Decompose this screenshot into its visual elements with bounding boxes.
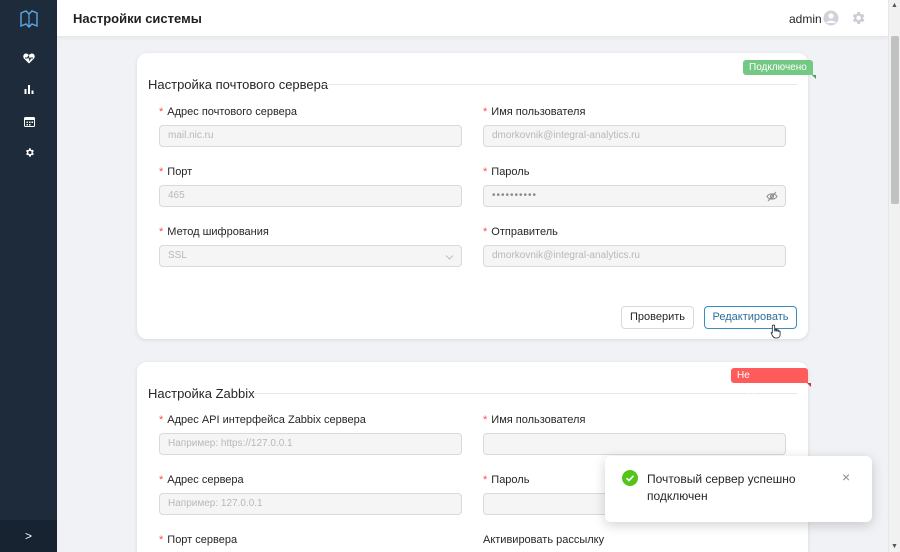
required-mark: * <box>159 414 164 426</box>
user-avatar-icon[interactable] <box>823 10 839 31</box>
mail-sender-label: * Отправитель <box>483 226 558 238</box>
bar-chart-icon[interactable] <box>19 79 39 99</box>
sidebar-expand-button[interactable]: > <box>0 520 57 552</box>
header: Настройки системы admin <box>57 0 888 37</box>
scroll-down-arrow-icon[interactable]: ▼ <box>891 543 898 550</box>
chevron-down-icon <box>445 250 454 270</box>
mail-port-input[interactable]: 465 <box>159 185 462 207</box>
eye-hidden-icon[interactable] <box>766 190 778 210</box>
mail-host-label: * Адрес почтового сервера <box>159 106 298 118</box>
zabbix-username-label: * Имя пользователя <box>483 414 586 426</box>
zabbix-server-input[interactable]: Например: 127.0.0.1 <box>159 493 462 515</box>
required-mark: * <box>159 166 164 178</box>
scroll-up-arrow-icon[interactable]: ▲ <box>891 2 898 9</box>
zabbix-card-title: Настройка Zabbix <box>148 386 255 401</box>
calendar-icon[interactable] <box>19 111 39 131</box>
heart-pulse-icon[interactable] <box>19 48 39 68</box>
edit-button[interactable]: Редактировать <box>704 306 797 329</box>
user-name[interactable]: admin <box>789 12 822 26</box>
mail-encryption-label: * Метод шифрования <box>159 226 269 238</box>
check-button[interactable]: Проверить <box>621 306 694 329</box>
zabbix-username-input[interactable] <box>483 433 786 455</box>
password-value: •••••••••• <box>492 190 538 201</box>
page-scrollbar[interactable]: ▲ ▼ <box>888 0 900 552</box>
close-icon[interactable]: × <box>842 470 850 484</box>
mail-server-card: Настройка почтового сервера Подключено *… <box>137 53 816 339</box>
required-mark: * <box>483 474 488 486</box>
expand-label: > <box>24 529 32 543</box>
scroll-thumb[interactable] <box>891 36 899 204</box>
toast-message: Почтовый сервер успешно подключен <box>647 472 796 503</box>
required-mark: * <box>159 226 164 238</box>
hand-cursor-icon <box>770 324 782 344</box>
zabbix-api-label: * Адрес API интерфейса Zabbix сервера <box>159 414 366 426</box>
zabbix-password-label: * Пароль <box>483 474 530 486</box>
mail-card-title: Настройка почтового сервера <box>148 77 329 92</box>
title-divider <box>253 393 797 394</box>
mail-encryption-select[interactable]: SSL <box>159 245 462 267</box>
mail-password-input[interactable]: •••••••••• <box>483 185 786 207</box>
status-badge-not-connected: Не подключено <box>731 368 811 396</box>
settings-gear-icon[interactable] <box>850 10 866 31</box>
mail-host-input[interactable]: mail.nic.ru <box>159 125 462 147</box>
required-mark: * <box>483 166 488 178</box>
zabbix-server-label: * Адрес сервера <box>159 474 244 486</box>
logo-icon[interactable] <box>19 9 39 29</box>
zabbix-port-label: * Порт сервера <box>159 534 238 546</box>
page-title: Настройки системы <box>73 11 202 26</box>
mail-password-label: * Пароль <box>483 166 530 178</box>
gear-icon[interactable] <box>19 142 39 162</box>
zabbix-api-input[interactable]: Например: https://127.0.0.1 <box>159 433 462 455</box>
sidebar: > <box>0 0 57 552</box>
check-circle-icon <box>622 470 638 491</box>
mail-username-input[interactable]: dmorkovnik@integral-analytics.ru <box>483 125 786 147</box>
mail-port-label: * Порт <box>159 166 193 178</box>
title-divider <box>320 84 797 85</box>
status-badge-connected: Подключено <box>743 60 816 79</box>
required-mark: * <box>483 414 488 426</box>
mail-sender-input[interactable]: dmorkovnik@integral-analytics.ru <box>483 245 786 267</box>
required-mark: * <box>159 106 164 118</box>
success-toast: Почтовый сервер успешно подключен × <box>605 456 872 522</box>
required-mark: * <box>483 106 488 118</box>
required-mark: * <box>159 474 164 486</box>
encryption-value: SSL <box>168 250 187 261</box>
required-mark: * <box>159 534 164 546</box>
zabbix-mailing-label: Активировать рассылку <box>483 534 605 546</box>
mail-username-label: * Имя пользователя <box>483 106 586 118</box>
required-mark: * <box>483 226 488 238</box>
